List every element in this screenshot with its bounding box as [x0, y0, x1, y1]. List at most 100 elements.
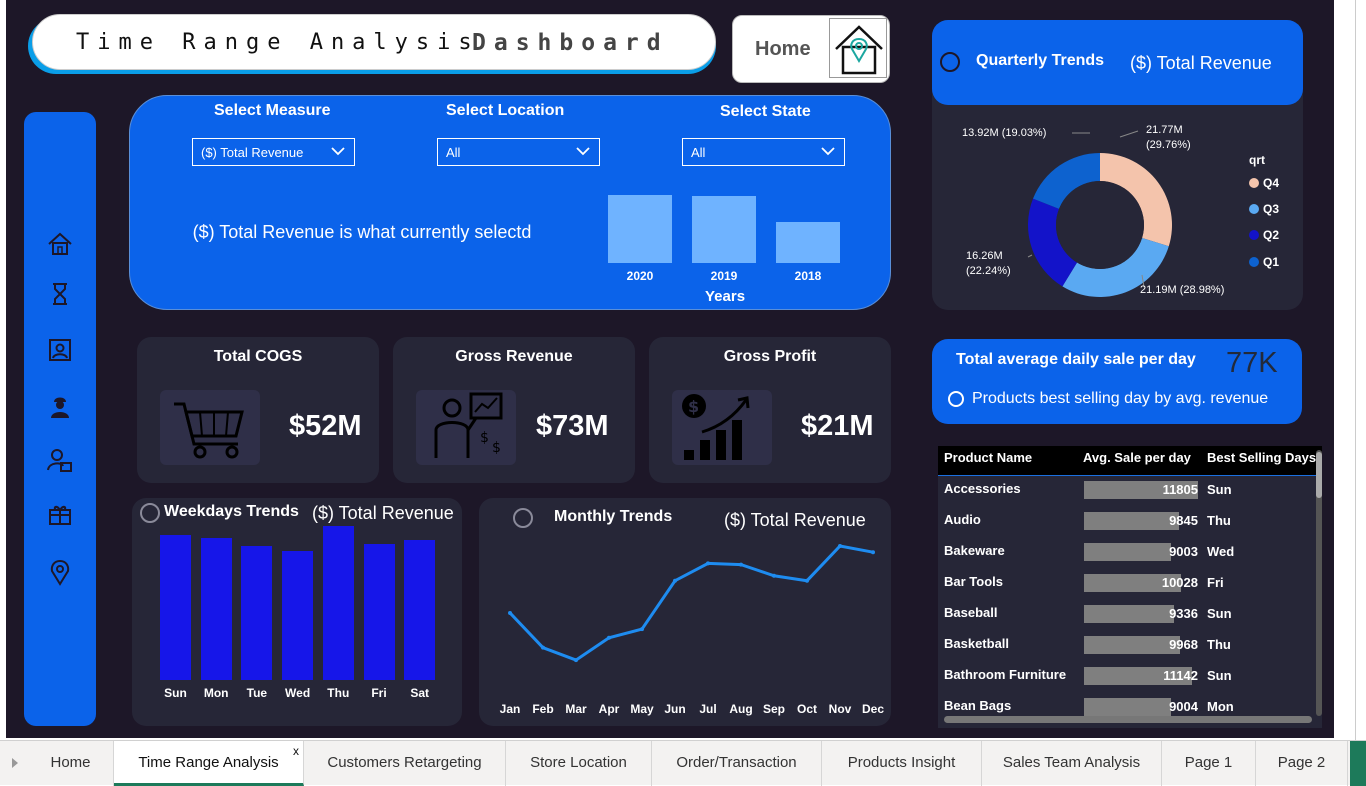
column-header-avg-sale[interactable]: Avg. Sale per day — [1083, 450, 1191, 465]
best-day-cell: Fri — [1207, 575, 1224, 590]
location-dropdown[interactable]: All — [437, 138, 600, 166]
table-horizontal-scrollbar[interactable] — [944, 716, 1312, 723]
year-bar[interactable] — [692, 196, 756, 263]
tab-order-transaction[interactable]: Order/Transaction — [652, 741, 822, 786]
table-row[interactable]: Basketball 9968 Thu — [938, 635, 1322, 657]
kpi-card-cogs[interactable]: Total COGS $52M — [137, 337, 379, 483]
tab-label: Page 2 — [1277, 754, 1326, 771]
home-location-icon — [829, 18, 887, 78]
tab-store-location[interactable]: Store Location — [506, 741, 652, 786]
monthly-point[interactable] — [706, 561, 710, 566]
tab-page-2[interactable]: Page 2 — [1256, 741, 1348, 786]
column-header-product[interactable]: Product Name — [944, 450, 1032, 465]
tab-home[interactable]: Home — [28, 741, 114, 786]
daily-sale-card[interactable]: Total average daily sale per day 77K Pro… — [932, 339, 1302, 424]
monthly-chart-card[interactable]: Monthly Trends ($) Total Revenue Jan Feb M… — [479, 498, 891, 726]
weekdays-chart-card[interactable]: Weekdays Trends ($) Total Revenue Sun Mon… — [132, 498, 462, 726]
table-scroll-thumb[interactable] — [1316, 452, 1322, 498]
donut-hole — [1056, 181, 1144, 269]
table-row[interactable]: Baseball 9336 Sun — [938, 604, 1322, 626]
weekday-tick-label: Wed — [285, 686, 311, 700]
selected-measure-message: ($) Total Revenue is what currently sele… — [192, 222, 532, 242]
close-tab-icon[interactable]: x — [293, 729, 299, 773]
weekday-bar[interactable] — [160, 535, 191, 680]
svg-text:$: $ — [688, 397, 699, 416]
monthly-point[interactable] — [838, 544, 842, 548]
weekday-bar[interactable] — [322, 526, 354, 680]
legend-item-q1[interactable]: Q1 — [1249, 255, 1279, 269]
daily-sale-value: 77K — [1226, 347, 1278, 379]
home-button-label: Home — [755, 38, 811, 60]
legend-item-q2[interactable]: Q2 — [1249, 228, 1279, 242]
shopping-cart-icon — [160, 390, 260, 465]
column-header-best-day[interactable]: Best Selling Days — [1207, 450, 1316, 465]
product-name-cell: Bakeware — [944, 543, 1005, 558]
monthly-point[interactable] — [640, 627, 644, 632]
tab-scroll-left-icon[interactable] — [10, 755, 20, 774]
monthly-series-line[interactable] — [508, 544, 874, 662]
weekday-tick-label: Tue — [246, 686, 268, 700]
month-tick-label: Aug — [729, 702, 753, 716]
select-measure-label: Select Measure — [214, 102, 331, 119]
home-button[interactable]: Home — [732, 15, 890, 83]
legend-item-q4[interactable]: Q4 — [1249, 176, 1279, 190]
avg-sale-cell: 9003 — [1169, 544, 1198, 559]
weekday-bar[interactable] — [404, 539, 436, 680]
table-row[interactable]: Accessories 11805 Sun — [938, 480, 1322, 502]
measure-dropdown-value: ($) Total Revenue — [201, 145, 304, 160]
presenter-chart-icon: $ $ — [416, 390, 516, 465]
filter-panel: Select Measure Select Location Select St… — [129, 95, 891, 310]
worker-icon[interactable] — [46, 392, 74, 420]
kpi-value-gross-profit: $21M — [801, 410, 874, 442]
product-table[interactable]: Product Name Avg. Sale per day Best Sell… — [938, 446, 1322, 728]
daily-sale-title: Total average daily sale per day — [956, 351, 1196, 368]
gift-icon[interactable] — [46, 500, 74, 528]
tab-products-insight[interactable]: Products Insight — [822, 741, 982, 786]
weekday-bar[interactable] — [363, 544, 395, 680]
tab-time-range-analysis[interactable]: Time Range Analysis x — [114, 741, 304, 786]
year-bar[interactable] — [608, 195, 672, 263]
monthly-point[interactable] — [673, 578, 677, 583]
monthly-point[interactable] — [871, 550, 875, 555]
monthly-point[interactable] — [772, 573, 776, 578]
tab-label: Products Insight — [847, 754, 956, 771]
legend-label-q4: Q4 — [1263, 176, 1280, 190]
kpi-card-gross-profit[interactable]: Gross Profit $ $21M — [649, 337, 891, 483]
weekday-bar[interactable] — [241, 546, 273, 680]
tab-label: Customers Retargeting — [327, 754, 482, 771]
monthly-point[interactable] — [541, 645, 545, 650]
monthly-point[interactable] — [739, 562, 743, 567]
table-row[interactable]: Audio 9845 Thu — [938, 511, 1322, 533]
table-row[interactable]: Bakeware 9003 Wed — [938, 542, 1322, 564]
weekday-bar[interactable] — [282, 550, 314, 680]
weekdays-chart-title: Weekdays Trends — [164, 503, 299, 520]
monthly-point[interactable] — [508, 610, 512, 615]
tab-customers-retargeting[interactable]: Customers Retargeting — [304, 741, 506, 786]
legend-item-q3[interactable]: Q3 — [1249, 202, 1279, 216]
home-icon[interactable] — [46, 230, 74, 258]
best-day-cell: Sun — [1207, 668, 1232, 683]
best-day-cell: Sun — [1207, 606, 1232, 621]
measure-dropdown[interactable]: ($) Total Revenue — [192, 138, 355, 166]
hourglass-icon[interactable] — [46, 280, 74, 308]
monthly-point[interactable] — [607, 635, 611, 640]
month-tick-label: Oct — [796, 702, 817, 716]
location-pin-icon[interactable] — [46, 558, 74, 586]
kpi-card-gross-revenue[interactable]: Gross Revenue $ $ $73M — [393, 337, 635, 483]
table-row[interactable]: Bathroom Furniture 11142 Sun — [938, 666, 1322, 688]
avg-sale-cell: 11142 — [1163, 668, 1198, 683]
weekday-bar[interactable] — [200, 538, 232, 680]
tab-page-1[interactable]: Page 1 — [1162, 741, 1256, 786]
avg-sale-cell: 9845 — [1169, 513, 1198, 528]
tab-label: Order/Transaction — [676, 754, 797, 771]
table-row[interactable]: Bar Tools 10028 Fri — [938, 573, 1322, 595]
user-card-icon[interactable] — [46, 446, 74, 474]
state-dropdown[interactable]: All — [682, 138, 845, 166]
month-tick-label: Apr — [598, 702, 620, 716]
monthly-point[interactable] — [805, 578, 809, 583]
tab-sales-team-analysis[interactable]: Sales Team Analysis — [982, 741, 1162, 786]
contact-card-icon[interactable] — [46, 336, 74, 364]
year-bar[interactable] — [776, 222, 840, 263]
monthly-point[interactable] — [574, 658, 578, 663]
quarterly-title: Quarterly Trends — [976, 52, 1105, 69]
